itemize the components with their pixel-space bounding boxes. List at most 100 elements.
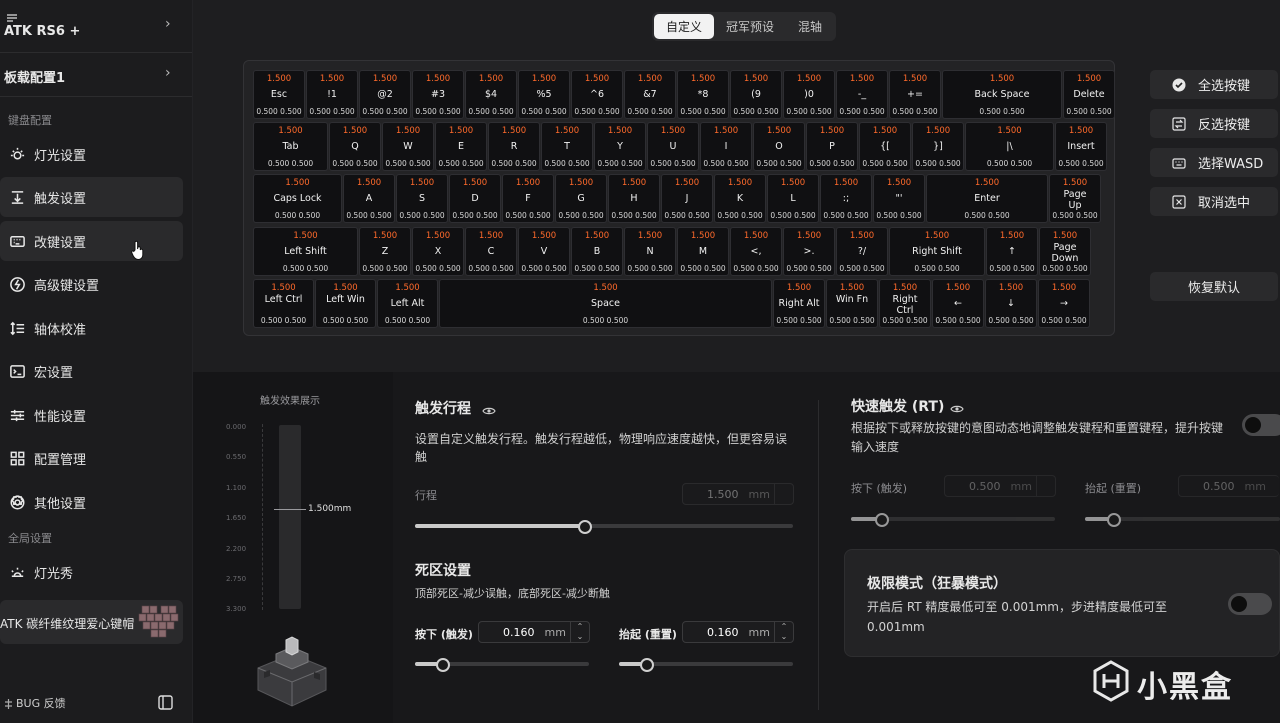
chevron-right-icon[interactable]: › [165, 16, 171, 32]
promo-banner[interactable]: ATK 碳纤维纹理爱心键帽 [0, 600, 183, 644]
key[interactable]: 1.500 {[0.500 0.500 [859, 122, 911, 171]
rapid-lift-slider[interactable] [1085, 513, 1280, 527]
extreme-mode-toggle[interactable] [1228, 593, 1272, 615]
key[interactable]: 1.500 Delete 0.500 0.500 [1063, 70, 1115, 119]
key[interactable]: 1.500 L 0.500 0.500 [767, 174, 819, 223]
profile-name[interactable]: 板载配置1 [4, 67, 65, 86]
select-all-button[interactable]: 全选按键 [1150, 70, 1278, 99]
travel-slider-knob[interactable] [578, 520, 593, 534]
sidebar-item-macro[interactable]: 宏设置 [0, 351, 183, 391]
sidebar-item-profiles[interactable]: 配置管理 [0, 438, 183, 478]
deadzone-lift-knob[interactable] [639, 658, 654, 672]
rapid-lift-input[interactable]: 0.500 mm [1178, 475, 1279, 497]
chevron-right-icon[interactable]: › [165, 65, 171, 81]
key[interactable]: 1.500 Esc 0.500 0.500 [253, 70, 305, 119]
key[interactable]: 1.500 K 0.500 0.500 [714, 174, 766, 223]
key[interactable]: 1.500 $4 0.500 0.500 [465, 70, 517, 119]
key[interactable]: 1.500 ?/ 0.500 0.500 [836, 227, 888, 276]
key[interactable]: 1.500 &7 0.500 0.500 [624, 70, 676, 119]
tab-mixed-switch[interactable]: 混轴 [786, 14, 834, 39]
tab-custom[interactable]: 自定义 [654, 14, 715, 39]
stepper-icon[interactable]: ⌃ ⌄ [774, 622, 793, 642]
key[interactable]: 1.500 I 0.500 0.500 [700, 122, 752, 171]
key[interactable]: 1.500 M 0.500 0.500 [677, 227, 729, 276]
key[interactable]: 1.500 Insert 0.500 0.500 [1055, 122, 1107, 171]
key[interactable]: 1.500 Right Alt 0.500 0.500 [773, 279, 825, 328]
key[interactable]: 1.500 Right Shift 0.500 0.500 [889, 227, 985, 276]
key[interactable]: 1.500 B 0.500 0.500 [571, 227, 623, 276]
key[interactable]: 1.500 Page Up 0.500 0.500 [1049, 174, 1101, 223]
deadzone-press-knob[interactable] [435, 658, 450, 672]
select-wasd-button[interactable]: 选择WASD [1150, 148, 1278, 177]
key[interactable]: 1.500 Tab 0.500 0.500 [253, 122, 328, 171]
key[interactable]: 1.500 Left Alt 0.500 0.500 [377, 279, 438, 328]
eye-icon[interactable] [482, 401, 496, 420]
key[interactable]: 1.500 *8 0.500 0.500 [677, 70, 729, 119]
key[interactable]: 1.500 Left Ctrl 0.500 0.500 [253, 279, 314, 328]
deadzone-press-input[interactable]: 0.160 mm ⌃ ⌄ [478, 621, 590, 643]
tab-champion-preset[interactable]: 冠军预设 [714, 14, 786, 39]
key[interactable]: 1.500 ← 0.500 0.500 [932, 279, 984, 328]
key[interactable]: 1.500:; 0.500 0.500 [820, 174, 872, 223]
restore-default-button[interactable]: 恢复默认 [1150, 272, 1278, 301]
rapid-press-knob[interactable] [874, 513, 889, 527]
key[interactable]: 1.500 |\ 0.500 0.500 [965, 122, 1054, 171]
key[interactable]: 1.500 "' 0.500 0.500 [873, 174, 925, 223]
key[interactable]: 1.500 V 0.500 0.500 [518, 227, 570, 276]
key[interactable]: 1.500 Q 0.500 0.500 [329, 122, 381, 171]
key[interactable]: 1.500 X 0.500 0.500 [412, 227, 464, 276]
key[interactable]: 1.500 E 0.500 0.500 [435, 122, 487, 171]
device-name[interactable]: ATK RS6 + [4, 24, 80, 39]
key[interactable]: 1.500 Y 0.500 0.500 [594, 122, 646, 171]
key[interactable]: 1.500 R 0.500 0.500 [488, 122, 540, 171]
sidebar-item-calibration[interactable]: 轴体校准 [0, 308, 183, 348]
sidebar-item-advanced-keys[interactable]: 高级键设置 [0, 264, 183, 304]
sidebar-item-performance[interactable]: 性能设置 [0, 395, 183, 435]
key[interactable]: 1.500 Page Down 0.500 0.500 [1039, 227, 1091, 276]
deadzone-lift-slider[interactable] [619, 658, 793, 672]
key[interactable]: 1.500 ↓ 0.500 0.500 [985, 279, 1037, 328]
key[interactable]: 1.500 ↑ 0.500 0.500 [986, 227, 1038, 276]
key[interactable]: 1.500 C 0.500 0.500 [465, 227, 517, 276]
travel-input[interactable]: 1.500 mm [682, 483, 794, 505]
key[interactable]: 1.500 W 0.500 0.500 [382, 122, 434, 171]
sidebar-item-lighting[interactable]: 灯光设置 [0, 134, 183, 174]
stepper-icon[interactable] [1036, 476, 1055, 496]
key[interactable]: 1.500 J 0.500 0.500 [661, 174, 713, 223]
key[interactable]: 1.500 P 0.500 0.500 [806, 122, 858, 171]
key[interactable]: 1.500 ^6 0.500 0.500 [571, 70, 623, 119]
key[interactable]: 1.500 N 0.500 0.500 [624, 227, 676, 276]
eye-icon[interactable] [950, 399, 964, 418]
key[interactable]: 1.500 O 0.500 0.500 [753, 122, 805, 171]
key[interactable]: 1.500 → 0.500 0.500 [1038, 279, 1090, 328]
rapid-press-slider[interactable] [851, 513, 1055, 527]
key[interactable]: 1.500)0 0.500 0.500 [783, 70, 835, 119]
sidebar-toggle-icon[interactable] [158, 695, 173, 714]
stepper-icon[interactable] [774, 484, 793, 504]
key[interactable]: 1.500 Left Win 0.500 0.500 [315, 279, 376, 328]
deselect-button[interactable]: 取消选中 [1150, 187, 1278, 216]
bug-feedback-link[interactable]: BUG 反馈 [16, 695, 66, 711]
invert-selection-button[interactable]: 反选按键 [1150, 109, 1278, 138]
stepper-icon[interactable]: ⌃ ⌄ [570, 622, 589, 642]
key[interactable]: 1.500 H 0.500 0.500 [608, 174, 660, 223]
key[interactable]: 1.500 Enter 0.500 0.500 [926, 174, 1048, 223]
key[interactable]: 1.500 += 0.500 0.500 [889, 70, 941, 119]
key[interactable]: 1.500 Win Fn 0.500 0.500 [826, 279, 878, 328]
sidebar-item-other[interactable]: 其他设置 [0, 482, 183, 522]
key[interactable]: 1.500 Right Ctrl 0.500 0.500 [879, 279, 931, 328]
key[interactable]: 1.500 Caps Lock 0.500 0.500 [253, 174, 342, 223]
key[interactable]: 1.500 Space 0.500 0.500 [439, 279, 772, 328]
deadzone-lift-input[interactable]: 0.160 mm ⌃ ⌄ [682, 621, 794, 643]
key[interactable]: 1.500 F 0.500 0.500 [502, 174, 554, 223]
key[interactable]: 1.500}] 0.500 0.500 [912, 122, 964, 171]
rapid-trigger-toggle[interactable] [1242, 414, 1280, 436]
key[interactable]: 1.500 A 0.500 0.500 [343, 174, 395, 223]
travel-slider[interactable] [415, 520, 793, 534]
sidebar-item-lightshow[interactable]: 灯光秀 [0, 552, 183, 592]
key[interactable]: 1.500 Back Space 0.500 0.500 [942, 70, 1062, 119]
key[interactable]: 1.500 G 0.500 0.500 [555, 174, 607, 223]
key[interactable]: 1.500 >. 0.500 0.500 [783, 227, 835, 276]
key[interactable]: 1.500 Left Shift 0.500 0.500 [253, 227, 358, 276]
key[interactable]: 1.500 %5 0.500 0.500 [518, 70, 570, 119]
